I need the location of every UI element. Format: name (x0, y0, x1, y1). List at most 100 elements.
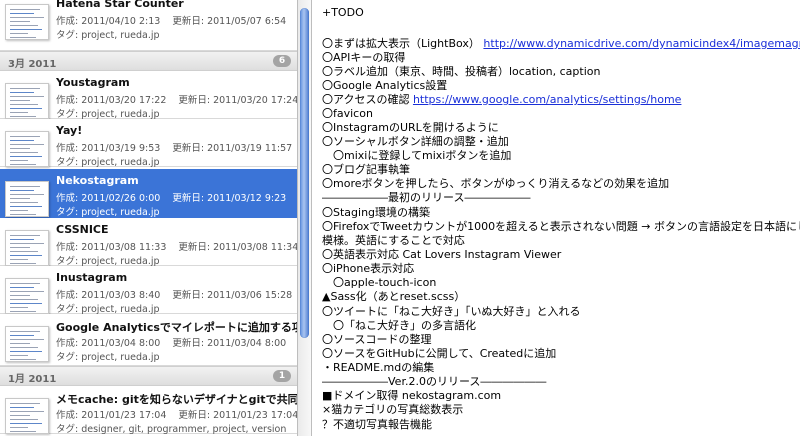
editor-line: 〇iPhone表示対応 (322, 262, 414, 276)
note-dates: 作成: 2011/03/03 8:40 更新日: 2011/03/06 15:28 (56, 287, 292, 301)
editor-line: 〇moreボタンを押したら、ボタンがゆっくり消えるなどの効果を追加 (322, 177, 669, 191)
note-thumbnail (5, 83, 49, 119)
editor-line-text: 〇英語表示対応 Cat Lovers Instagram Viewer (322, 248, 562, 261)
editor-line: ×猫カテゴリの写真総数表示 (322, 403, 463, 417)
editor-line: ――――――Ver.2.0のリリース―――――― (322, 375, 546, 389)
editor-line: 〇Staging環境の構築 (322, 206, 430, 220)
note-list-item[interactable]: メモcache: gitを知らないデザイナとgitで共同… 作成: 2011/01… (0, 386, 297, 435)
editor-line-text: 〇iPhone表示対応 (322, 262, 415, 275)
note-title: Inustagram (56, 271, 128, 284)
editor-line-text: 〇アクセスの確認 (322, 93, 413, 106)
editor-line: ――――――最初のリリース―――――― (322, 191, 530, 205)
group-count-badge: 1 (273, 370, 291, 382)
editor-line: 〇InstagramのURLを開けるように (322, 121, 499, 135)
editor-line: 〇英語表示対応 Cat Lovers Instagram Viewer (322, 248, 561, 262)
note-dates: 作成: 2011/03/08 11:33 更新日: 2011/03/08 11:3… (56, 239, 297, 253)
editor-line: 〇mixiに登録してmixiボタンを追加 (322, 149, 511, 163)
editor-line-text: 〇まずは拡大表示（LightBox） (322, 37, 484, 50)
editor-line-text: ・README.mdの編集 (322, 361, 435, 374)
editor-link[interactable]: http://www.dynamicdrive.com/dynamicindex… (483, 37, 800, 50)
editor-line: 〇ソースコードの整理 (322, 333, 431, 347)
note-dates: 作成: 2011/01/23 17:04 更新日: 2011/01/23 17:0… (56, 407, 297, 421)
group-header: 1月 2011 1 (0, 366, 297, 386)
editor-line: 〇アクセスの確認 https://www.google.com/analytic… (322, 93, 681, 107)
editor-line-text: 〇ラベル追加（東京、時間、投稿者）location, caption (322, 65, 601, 78)
editor-line-text: 〇mixiに登録してmixiボタンを追加 (322, 149, 512, 162)
note-created: 作成: 2011/03/20 17:22 (56, 95, 167, 106)
note-thumbnail (5, 278, 49, 314)
editor-line-text: 〇favicon (322, 107, 373, 120)
note-tags: タグ: project, rueda.jp (56, 256, 160, 267)
note-created: 作成: 2011/04/10 2:13 (56, 16, 161, 27)
editor-line: 〇favicon (322, 107, 373, 121)
note-list-item[interactable]: Youstagram 作成: 2011/03/20 17:22 更新日: 2011/… (0, 71, 297, 120)
note-created: 作成: 2011/03/03 8:40 (56, 290, 161, 301)
editor-line-text: 〇Staging環境の構築 (322, 206, 431, 219)
editor-line-text: 〇InstagramのURLを開けるように (322, 121, 499, 134)
note-title: Youstagram (56, 76, 130, 89)
editor-line: ■ドメイン取得 nekostagram.com (322, 389, 501, 403)
editor-line: 〇ツイートに「ねこ大好き」「いぬ大好き」と入れる (322, 305, 581, 319)
note-updated: 更新日: 2011/05/07 6:54 (172, 16, 287, 27)
note-list-item[interactable]: Nekostagram 作成: 2011/02/26 0:00 更新日: 2011/… (0, 169, 297, 218)
note-list-item[interactable]: CSSNICE 作成: 2011/03/08 11:33 更新日: 2011/03/… (0, 218, 297, 267)
note-tags: タグ: project, rueda.jp (56, 30, 160, 41)
group-header-label: 3月 2011 (8, 59, 57, 70)
note-created: 作成: 2011/02/26 0:00 (56, 193, 161, 204)
editor-line-text: ――――――最初のリリース―――――― (322, 191, 531, 204)
editor-line-text: 〇APIキーの取得 (322, 51, 406, 64)
editor-line: +TODO (322, 6, 364, 20)
note-editor[interactable]: +TODO 〇まずは拡大表示（LightBox） http://www.dynam… (312, 0, 800, 436)
note-tags: タグ: project, rueda.jp (56, 352, 160, 363)
note-dates: 作成: 2011/03/20 17:22 更新日: 2011/03/20 17:2… (56, 92, 297, 106)
notes-list-scrollbar[interactable] (297, 0, 312, 436)
scrollbar-thumb[interactable] (300, 8, 309, 338)
note-dates: 作成: 2011/04/10 2:13 更新日: 2011/05/07 6:54 (56, 13, 286, 27)
note-list-item[interactable]: Hatena Star Counter 作成: 2011/04/10 2:13 更新… (0, 0, 297, 51)
editor-line: 〇FirefoxでTweetカウントが1000を超えると表示されない問題 → ボ… (322, 220, 800, 234)
note-created: 作成: 2011/03/19 9:53 (56, 143, 161, 154)
note-tags: タグ: project, rueda.jp (56, 304, 160, 315)
group-count-badge: 6 (273, 55, 291, 67)
editor-line-text: ×猫カテゴリの写真総数表示 (322, 403, 464, 416)
note-tags: タグ: project, rueda.jp (56, 157, 160, 168)
editor-line-text: 〇FirefoxでTweetカウントが1000を超えると表示されない問題 → ボ… (322, 220, 800, 233)
editor-line: 模様。英語にすることで対応 (322, 234, 465, 248)
note-created: 作成: 2011/01/23 17:04 (56, 410, 167, 421)
editor-line-text: 〇ブログ記事執筆 (322, 163, 410, 176)
note-title: Hatena Star Counter (56, 0, 184, 10)
editor-line: 〇ソーシャルボタン詳細の調整・追加 (322, 135, 509, 149)
editor-line-text: 〇ソーシャルボタン詳細の調整・追加 (322, 135, 509, 148)
editor-line-text: +TODO (322, 6, 364, 19)
note-updated: 更新日: 2011/03/20 17:24 (178, 95, 297, 106)
notes-list: Hatena Star Counter 作成: 2011/04/10 2:13 更新… (0, 0, 297, 436)
note-thumbnail (5, 131, 49, 167)
note-title: Yay! (56, 124, 83, 137)
group-header-label: 1月 2011 (8, 374, 57, 385)
editor-line-text: 〇moreボタンを押したら、ボタンがゆっくり消えるなどの効果を追加 (322, 177, 670, 190)
note-updated: 更新日: 2011/03/19 11:57 (172, 143, 293, 154)
note-title: メモcache: gitを知らないデザイナとgitで共同… (56, 393, 297, 406)
editor-link[interactable]: https://www.google.com/analytics/setting… (413, 93, 681, 106)
note-thumbnail (5, 181, 49, 217)
note-updated: 更新日: 2011/03/08 11:34 (178, 242, 297, 253)
note-list-item[interactable]: Yay! 作成: 2011/03/19 9:53 更新日: 2011/03/19 1… (0, 119, 297, 168)
editor-line-text: ■ドメイン取得 nekostagram.com (322, 389, 502, 402)
note-list-item[interactable]: Google Analyticsでマイレポートに追加する項目 作成: 2011/0… (0, 314, 297, 366)
note-title: Google Analyticsでマイレポートに追加する項目 (56, 321, 297, 334)
editor-line: ・README.mdの編集 (322, 361, 434, 375)
editor-line-text: 〇Google Analytics設置 (322, 79, 448, 92)
note-list-item[interactable]: Inustagram 作成: 2011/03/03 8:40 更新日: 2011/0… (0, 266, 297, 315)
note-created: 作成: 2011/03/04 8:00 (56, 338, 161, 349)
note-dates: 作成: 2011/03/19 9:53 更新日: 2011/03/19 11:57 (56, 140, 292, 154)
editor-line-text: 〇ソースをGitHubに公開して、Createdに追加 (322, 347, 557, 360)
editor-line: 〇Google Analytics設置 (322, 79, 447, 93)
editor-line-text: ？不適切写真報告機能 (322, 418, 432, 431)
editor-line: 〇ブログ記事執筆 (322, 163, 410, 177)
editor-line-text: 模様。英語にすることで対応 (322, 234, 465, 247)
editor-line: ？不適切写真報告機能 (322, 418, 432, 432)
editor-line: 〇ラベル追加（東京、時間、投稿者）location, caption (322, 65, 600, 79)
note-tags: タグ: project, rueda.jp (56, 109, 160, 120)
note-dates: 作成: 2011/03/04 8:00 更新日: 2011/03/04 8:00 (56, 335, 286, 349)
editor-line: 〇APIキーの取得 (322, 51, 405, 65)
